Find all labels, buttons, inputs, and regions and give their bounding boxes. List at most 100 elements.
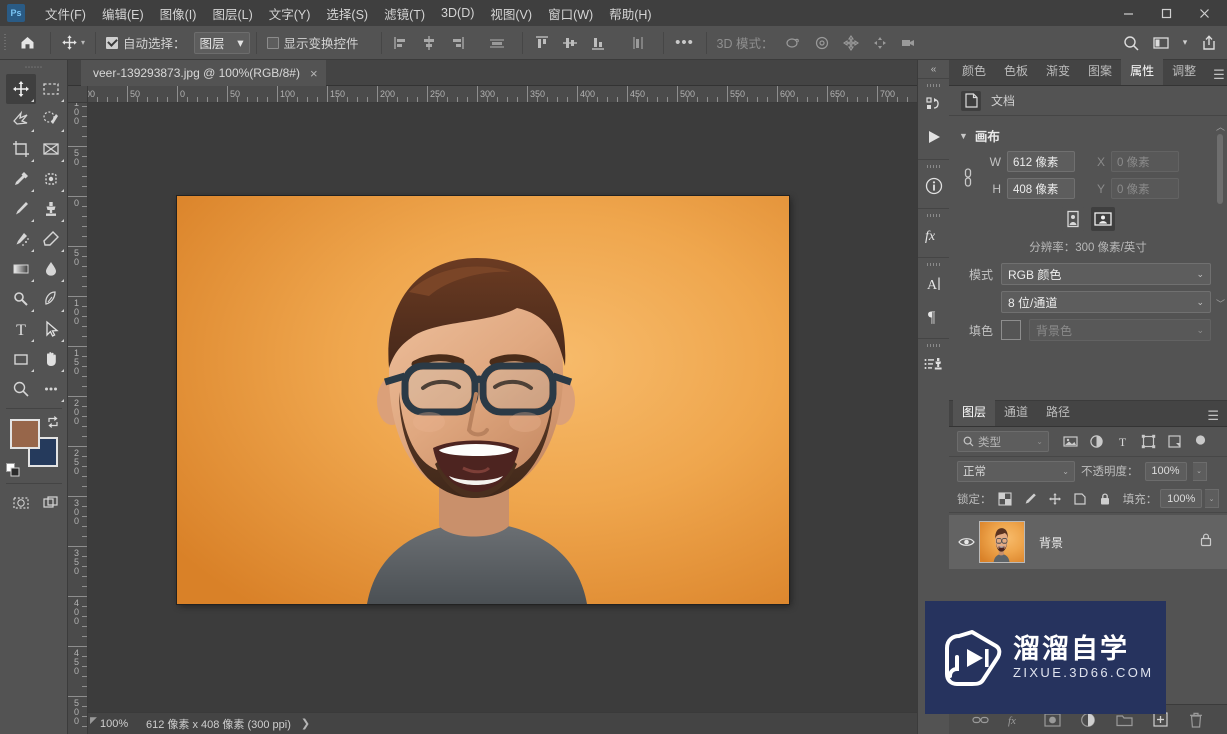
minimize-button[interactable] <box>1109 2 1147 24</box>
tab-color[interactable]: 颜色 <box>953 57 995 85</box>
fill-input[interactable]: 100% <box>1160 489 1203 508</box>
lock-transparent-pixels-icon[interactable] <box>995 488 1017 510</box>
rail-grip[interactable] <box>918 341 949 349</box>
align-top-edges-icon[interactable] <box>529 30 555 56</box>
vertical-ruler[interactable]: 1 0 0 5 0 0 5 0 1 0 0 1 5 0 2 0 0 2 5 0 3 0 0 3 5… <box>68 103 88 734</box>
menu-view[interactable]: 视图(V) <box>482 0 540 27</box>
orbit-3d-icon[interactable] <box>780 30 806 56</box>
swap-colors-icon[interactable] <box>46 415 60 429</box>
distribute-horizontal-icon[interactable] <box>484 30 510 56</box>
canvas-section-header[interactable]: ▼ 画布 <box>949 122 1227 151</box>
hand-tool[interactable] <box>36 344 66 374</box>
eraser-tool[interactable] <box>36 224 66 254</box>
gradient-tool[interactable] <box>6 254 36 284</box>
distribute-vertical-icon[interactable] <box>625 30 651 56</box>
zoom-tool[interactable] <box>6 374 36 404</box>
lock-artboard-nesting-icon[interactable] <box>1069 488 1091 510</box>
hamburger-menu-icon[interactable]: ☰ <box>1199 405 1227 426</box>
screen-mode-icon[interactable] <box>36 488 66 518</box>
align-bottom-edges-icon[interactable] <box>585 30 611 56</box>
crop-tool[interactable] <box>6 134 36 164</box>
align-left-edges-icon[interactable] <box>388 30 414 56</box>
paragraph-pilcrow-icon[interactable]: ¶ <box>918 300 950 332</box>
tab-properties[interactable]: 属性 <box>1121 57 1164 85</box>
image-canvas[interactable] <box>177 196 789 604</box>
maximize-button[interactable] <box>1147 2 1185 24</box>
marquee-tool[interactable] <box>36 74 66 104</box>
info-icon[interactable] <box>918 170 950 202</box>
close-icon[interactable]: × <box>310 66 318 81</box>
link-chain-icon[interactable] <box>953 167 983 189</box>
filter-type-icon[interactable]: T <box>1109 430 1135 454</box>
brush-tool[interactable] <box>6 194 36 224</box>
foreground-color-swatch[interactable] <box>10 419 40 449</box>
fill-source-dropdown[interactable]: 背景色 ⌄ <box>1029 319 1211 341</box>
opacity-input[interactable]: 100% <box>1144 461 1187 481</box>
options-bar-grip[interactable] <box>0 26 10 60</box>
tab-swatches[interactable]: 色板 <box>995 57 1037 85</box>
quick-selection-tool[interactable] <box>36 104 66 134</box>
rail-grip[interactable] <box>918 81 949 89</box>
menu-3d[interactable]: 3D(D) <box>433 2 482 24</box>
chevron-down-icon[interactable]: ▾ <box>1177 30 1193 56</box>
landscape-orientation-icon[interactable] <box>1091 207 1115 231</box>
spot-healing-brush-tool[interactable] <box>36 164 66 194</box>
rail-grip[interactable] <box>918 211 949 219</box>
default-colors-icon[interactable] <box>6 463 20 477</box>
height-input[interactable]: 408 像素 <box>1007 178 1075 199</box>
menu-select[interactable]: 选择(S) <box>318 0 376 27</box>
fx-icon[interactable]: fx <box>918 219 950 251</box>
width-input[interactable]: 612 像素 <box>1007 151 1075 172</box>
menu-help[interactable]: 帮助(H) <box>601 0 659 27</box>
workspace-icon[interactable] <box>1147 30 1175 56</box>
y-input[interactable]: 0 像素 <box>1111 178 1179 199</box>
layer-row-background[interactable]: 背景 <box>949 515 1227 569</box>
hamburger-menu-icon[interactable]: ☰ <box>1205 64 1227 85</box>
menu-type[interactable]: 文字(Y) <box>261 0 319 27</box>
status-expand-icon[interactable]: ❯ <box>291 717 310 730</box>
rail-grip[interactable] <box>918 260 949 268</box>
character-A-icon[interactable]: A <box>918 268 950 300</box>
menu-edit[interactable]: 编辑(E) <box>94 0 152 27</box>
rail-grip[interactable] <box>918 162 949 170</box>
slide-3d-icon[interactable] <box>867 30 893 56</box>
layer-kind-filter[interactable]: 类型 ⌄ <box>957 431 1049 452</box>
current-tool-button[interactable]: ▾ <box>57 30 89 56</box>
path-selection-tool[interactable] <box>36 314 66 344</box>
tab-patterns[interactable]: 图案 <box>1079 57 1121 85</box>
menu-filter[interactable]: 滤镜(T) <box>376 0 433 27</box>
dodge-tool[interactable] <box>6 284 36 314</box>
auto-select-target-dropdown[interactable]: 图层 ▾ <box>193 31 250 54</box>
fill-stepper[interactable]: ⌄ <box>1205 489 1219 508</box>
search-icon[interactable] <box>1117 30 1145 56</box>
x-input[interactable]: 0 像素 <box>1111 151 1179 172</box>
quick-mask-icon[interactable] <box>6 488 36 518</box>
pen-tool[interactable] <box>36 284 66 314</box>
bit-depth-dropdown[interactable]: 8 位/通道 ⌄ <box>1001 291 1211 313</box>
eye-icon[interactable] <box>953 536 979 548</box>
filter-shape-icon[interactable] <box>1135 430 1161 454</box>
double-chevron-left-icon[interactable]: « <box>918 60 949 78</box>
lock-image-pixels-icon[interactable] <box>1019 488 1041 510</box>
menu-file[interactable]: 文件(F) <box>37 0 94 27</box>
move-tool[interactable] <box>6 74 36 104</box>
menu-image[interactable]: 图像(I) <box>152 0 205 27</box>
type-tool[interactable]: T <box>6 314 36 344</box>
blur-tool[interactable] <box>36 254 66 284</box>
filter-adjustment-icon[interactable] <box>1083 430 1109 454</box>
rectangle-tool[interactable] <box>6 344 36 374</box>
delete-layer-button[interactable] <box>1186 710 1206 730</box>
frame-tool[interactable] <box>36 134 66 164</box>
actions-icon[interactable] <box>918 89 950 121</box>
filter-pixel-icon[interactable] <box>1057 430 1083 454</box>
close-button[interactable] <box>1185 2 1223 24</box>
toolbar-grip[interactable]: ⋯⋯ <box>0 60 67 74</box>
auto-select-checkbox[interactable]: 自动选择： <box>102 33 190 52</box>
roll-3d-icon[interactable] <box>809 30 835 56</box>
tab-channels[interactable]: 通道 <box>995 398 1037 426</box>
portrait-orientation-icon[interactable] <box>1061 207 1085 231</box>
canvas-viewport[interactable] <box>88 103 949 712</box>
tab-adjustments[interactable]: 调整 <box>1163 57 1205 85</box>
tab-paths[interactable]: 路径 <box>1037 398 1079 426</box>
opacity-stepper[interactable]: ⌄ <box>1192 461 1207 481</box>
